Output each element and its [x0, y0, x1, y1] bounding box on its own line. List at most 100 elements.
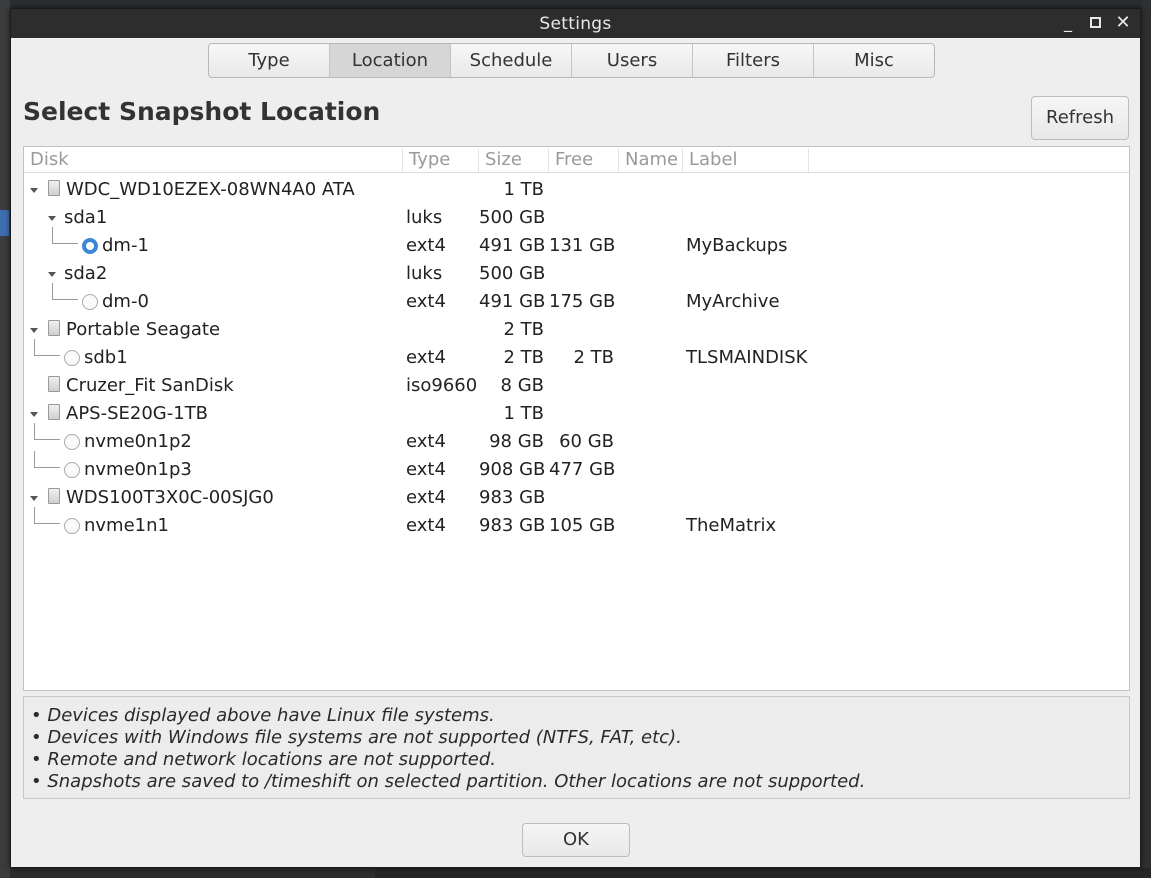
device-tree[interactable]: Disk Type Size Free Name Label WDC_WD10E… — [23, 146, 1130, 691]
expand-arrow-icon[interactable] — [30, 188, 38, 193]
column-header-type[interactable]: Type — [403, 149, 479, 173]
device-type: ext4 — [406, 235, 446, 256]
device-size: 491 GB — [479, 235, 546, 256]
column-header-name[interactable]: Name — [619, 149, 683, 173]
tree-row[interactable]: dm-1 ext4 491 GB 131 GB MyBackups — [24, 227, 1129, 259]
disk-icon — [48, 404, 60, 420]
tree-row[interactable]: sda2 luks 500 GB — [24, 259, 1129, 287]
device-free: 175 GB — [549, 291, 616, 312]
device-free: 60 GB — [559, 431, 614, 452]
device-type: ext4 — [406, 347, 446, 368]
device-name: sdb1 — [84, 347, 128, 368]
device-name: nvme1n1 — [84, 515, 169, 536]
column-header-size[interactable]: Size — [479, 149, 549, 173]
device-label: TheMatrix — [686, 515, 777, 536]
tree-row[interactable]: nvme0n1p3 ext4 908 GB 477 GB — [24, 451, 1129, 483]
device-size: 500 GB — [479, 263, 546, 284]
location-radio[interactable] — [82, 238, 98, 254]
column-header-disk[interactable]: Disk — [24, 149, 403, 173]
device-size: 8 GB — [500, 375, 544, 396]
refresh-button[interactable]: Refresh — [1031, 96, 1129, 140]
tree-row[interactable]: sda1 luks 500 GB — [24, 203, 1129, 231]
device-type: luks — [406, 207, 443, 228]
tab-location[interactable]: Location — [330, 44, 451, 77]
location-radio[interactable] — [64, 350, 80, 366]
device-size: 500 GB — [479, 207, 546, 228]
close-button[interactable]: ✕ — [1112, 11, 1134, 35]
tree-row[interactable]: nvme0n1p2 ext4 98 GB 60 GB — [24, 423, 1129, 455]
device-free: 477 GB — [549, 459, 616, 480]
column-header-free[interactable]: Free — [549, 149, 619, 173]
device-type: ext4 — [406, 515, 446, 536]
device-size: 98 GB — [489, 431, 544, 452]
device-name: WDS100T3X0C-00SJG0 — [66, 487, 274, 508]
expand-arrow-icon[interactable] — [48, 216, 56, 221]
device-label: TLSMAINDISK — [686, 347, 808, 368]
disk-icon — [48, 320, 60, 336]
disk-icon — [48, 180, 60, 196]
device-type: ext4 — [406, 291, 446, 312]
tree-row[interactable]: dm-0 ext4 491 GB 175 GB MyArchive — [24, 283, 1129, 315]
location-radio[interactable] — [64, 434, 80, 450]
expand-arrow-icon[interactable] — [48, 272, 56, 277]
tree-connector — [34, 451, 60, 468]
settings-dialog: Settings _ ✕ Type Location Schedule User… — [10, 8, 1141, 868]
disk-icon — [48, 488, 60, 504]
tree-header: Disk Type Size Free Name Label — [24, 147, 1129, 173]
expand-arrow-icon[interactable] — [30, 496, 38, 501]
device-type: iso9660 — [406, 375, 478, 396]
tab-bar: Type Location Schedule Users Filters Mis… — [208, 43, 935, 78]
ok-button[interactable]: OK — [522, 823, 630, 857]
device-name: nvme0n1p3 — [84, 459, 192, 480]
device-size: 2 TB — [503, 319, 544, 340]
location-radio[interactable] — [64, 462, 80, 478]
expand-arrow-icon[interactable] — [30, 328, 38, 333]
device-type: ext4 — [406, 459, 446, 480]
tree-connector — [34, 423, 60, 440]
device-name: dm-1 — [102, 235, 149, 256]
expand-arrow-icon[interactable] — [30, 412, 38, 417]
note-line: • Devices with Windows file systems are … — [31, 727, 682, 748]
device-name: Portable Seagate — [66, 319, 221, 340]
device-name: APS-SE20G-1TB — [66, 403, 209, 424]
device-name: nvme0n1p2 — [84, 431, 192, 452]
minimize-button[interactable]: _ — [1057, 11, 1079, 35]
maximize-button[interactable] — [1084, 11, 1106, 35]
device-name: dm-0 — [102, 291, 149, 312]
device-label: MyArchive — [686, 291, 780, 312]
device-type: luks — [406, 263, 443, 284]
note-line: • Devices displayed above have Linux fil… — [31, 705, 495, 726]
device-size: 1 TB — [503, 179, 544, 200]
tab-users[interactable]: Users — [572, 44, 693, 77]
device-type: ext4 — [406, 487, 446, 508]
tab-filters[interactable]: Filters — [693, 44, 814, 77]
tree-row[interactable]: Portable Seagate 2 TB — [24, 315, 1129, 343]
tree-row[interactable]: WDS100T3X0C-00SJG0 ext4 983 GB — [24, 483, 1129, 511]
device-label: MyBackups — [686, 235, 788, 256]
background-editor-bottom — [375, 868, 1151, 878]
tree-row[interactable]: nvme1n1 ext4 983 GB 105 GB TheMatrix — [24, 507, 1129, 539]
device-free: 105 GB — [549, 515, 616, 536]
device-name: sda2 — [64, 263, 108, 284]
location-radio[interactable] — [82, 294, 98, 310]
device-size: 491 GB — [479, 291, 546, 312]
device-size: 908 GB — [479, 459, 546, 480]
device-name: sda1 — [64, 207, 108, 228]
device-size: 983 GB — [479, 515, 546, 536]
tree-row[interactable]: APS-SE20G-1TB 1 TB — [24, 399, 1129, 427]
tab-type[interactable]: Type — [209, 44, 330, 77]
tree-row[interactable]: WDC_WD10EZEX-08WN4A0 ATA 1 TB — [24, 175, 1129, 203]
tree-row[interactable]: Cruzer_Fit SanDisk iso9660 8 GB — [24, 371, 1129, 399]
disk-icon — [48, 376, 60, 392]
tree-row[interactable]: sdb1 ext4 2 TB 2 TB TLSMAINDISK — [24, 339, 1129, 371]
tab-misc[interactable]: Misc — [814, 44, 934, 77]
column-header-label[interactable]: Label — [683, 149, 809, 173]
page-title: Select Snapshot Location — [23, 97, 381, 126]
device-size: 983 GB — [479, 487, 546, 508]
tree-connector — [52, 227, 78, 244]
device-type: ext4 — [406, 431, 446, 452]
location-radio[interactable] — [64, 518, 80, 534]
tab-schedule[interactable]: Schedule — [451, 44, 572, 77]
device-size: 1 TB — [503, 403, 544, 424]
title-bar[interactable]: Settings _ ✕ — [11, 9, 1140, 38]
